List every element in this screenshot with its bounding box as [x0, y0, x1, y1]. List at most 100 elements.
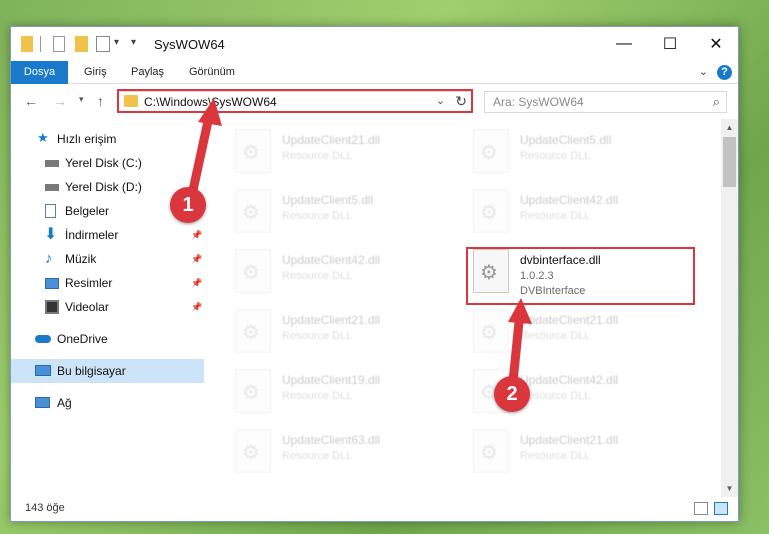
chevron-down-icon[interactable]: ▾	[114, 37, 119, 53]
tab-view[interactable]: Görünüm	[179, 61, 245, 84]
dll-file-icon: ⚙	[235, 309, 271, 353]
item-count: 143 öğe	[25, 502, 65, 514]
dll-file-icon: ⚙	[235, 429, 271, 473]
close-button[interactable]: ✕	[693, 27, 739, 61]
video-icon	[45, 300, 59, 314]
pin-icon[interactable]: 📌	[191, 223, 202, 247]
pin-icon[interactable]: 📌	[191, 271, 202, 295]
file-item[interactable]: ⚙ UpdateClient5.dll Resource DLL	[473, 129, 693, 189]
file-description: Resource DLL	[282, 390, 353, 402]
cloud-icon	[35, 335, 51, 343]
sidebar-item-label: Bu bilgisayar	[57, 364, 126, 378]
sidebar-item-pictures[interactable]: Resimler 📌	[11, 271, 204, 295]
file-name: UpdateClient42.dll	[520, 373, 619, 387]
expand-ribbon-icon[interactable]: ⌄	[699, 65, 708, 78]
pin-icon[interactable]: 📌	[191, 295, 202, 319]
minimize-button[interactable]: —	[601, 27, 647, 61]
sidebar-item-this-pc[interactable]: Bu bilgisayar	[11, 359, 204, 383]
vertical-scrollbar[interactable]: ▲ ▼	[721, 119, 738, 497]
tab-file[interactable]: Dosya	[11, 61, 68, 84]
sidebar-item-local-disk-c[interactable]: Yerel Disk (C:)	[11, 151, 204, 175]
search-icon[interactable]: ⌕	[713, 94, 720, 110]
folder-icon	[21, 36, 33, 52]
sidebar-item-label: Videolar	[65, 300, 109, 314]
quick-access-dropdown-icon[interactable]: ▾	[131, 37, 136, 53]
properties-icon[interactable]	[53, 36, 65, 52]
file-item[interactable]: ⚙ UpdateClient63.dll Resource DLL	[235, 429, 455, 489]
sidebar-item-network[interactable]: Ağ	[11, 391, 204, 415]
tiles-view-icon[interactable]	[714, 502, 728, 515]
file-description: Resource DLL	[520, 210, 591, 222]
scroll-up-icon[interactable]: ▲	[721, 119, 738, 136]
help-button[interactable]: ?	[717, 65, 732, 80]
navigation-pane: ★ Hızlı erişim Yerel Disk (C:) Yerel Dis…	[11, 119, 204, 497]
recent-locations-icon[interactable]: ▾	[79, 94, 84, 105]
separator	[40, 36, 41, 52]
file-item[interactable]: ⚙ UpdateClient21.dll Resource DLL	[235, 129, 455, 189]
status-bar: 143 öğe	[11, 497, 738, 521]
sidebar-item-videos[interactable]: Videolar 📌	[11, 295, 204, 319]
back-arrow-icon[interactable]: ←	[24, 93, 38, 109]
file-description: Resource DLL	[282, 450, 353, 462]
file-name: UpdateClient42.dll	[282, 253, 381, 267]
explorer-window: ▾ ▾ SysWOW64 — ☐ ✕ Dosya Giriş Paylaş Gö…	[10, 26, 739, 522]
file-description: Resource DLL	[282, 270, 353, 282]
file-item[interactable]: ⚙ UpdateClient42.dll Resource DLL	[473, 189, 693, 249]
search-placeholder[interactable]: Ara: SysWOW64	[493, 95, 584, 109]
sidebar-item-music[interactable]: ♪ Müzik 📌	[11, 247, 204, 271]
dll-file-icon: ⚙	[473, 429, 509, 473]
file-name: UpdateClient42.dll	[520, 193, 619, 207]
scrollbar-thumb[interactable]	[723, 137, 736, 187]
details-view-icon[interactable]	[694, 502, 708, 515]
tab-home[interactable]: Giriş	[74, 61, 117, 84]
sidebar-item-label: Yerel Disk (C:)	[65, 156, 142, 170]
document-icon	[45, 204, 56, 218]
file-name: UpdateClient21.dll	[520, 313, 619, 327]
dll-file-icon: ⚙	[473, 129, 509, 173]
file-item[interactable]: ⚙ UpdateClient5.dll Resource DLL	[235, 189, 455, 249]
dll-file-icon: ⚙	[235, 129, 271, 173]
file-description: Resource DLL	[520, 330, 591, 342]
drive-icon	[45, 160, 59, 167]
dll-file-icon: ⚙	[473, 189, 509, 233]
sidebar-item-downloads[interactable]: ⬇ İndirmeler 📌	[11, 223, 204, 247]
customize-icon[interactable]	[96, 36, 110, 52]
pin-icon[interactable]: 📌	[191, 247, 202, 271]
sidebar-item-label: Ağ	[57, 396, 72, 410]
window-title: SysWOW64	[154, 37, 225, 52]
file-description: Resource DLL	[520, 150, 591, 162]
search-input[interactable]: Ara: SysWOW64 ⌕	[484, 91, 727, 113]
new-folder-icon[interactable]	[75, 36, 88, 52]
file-highlight-box	[466, 247, 695, 305]
dll-file-icon: ⚙	[235, 189, 271, 233]
sidebar-item-label: Müzik	[65, 252, 97, 266]
pictures-icon	[45, 278, 59, 289]
sidebar-item-quick-access[interactable]: ★ Hızlı erişim	[11, 127, 204, 151]
forward-arrow-icon[interactable]: →	[53, 93, 67, 109]
sidebar-item-onedrive[interactable]: OneDrive	[11, 327, 204, 351]
drive-icon	[45, 184, 59, 191]
file-item[interactable]: ⚙ UpdateClient19.dll Resource DLL	[235, 369, 455, 429]
file-description: Resource DLL	[282, 150, 353, 162]
sidebar-item-label: Hızlı erişim	[57, 132, 117, 146]
file-name: UpdateClient63.dll	[282, 433, 381, 447]
file-description: Resource DLL	[282, 210, 353, 222]
network-icon	[35, 397, 50, 408]
sidebar-item-label: OneDrive	[57, 332, 108, 346]
file-item[interactable]: ⚙ UpdateClient21.dll Resource DLL	[473, 429, 693, 489]
star-icon: ★	[37, 130, 49, 145]
file-name: UpdateClient5.dll	[282, 193, 374, 207]
file-item[interactable]: ⚙ UpdateClient42.dll Resource DLL	[235, 249, 455, 309]
computer-icon	[35, 365, 51, 376]
file-item[interactable]: ⚙ UpdateClient21.dll Resource DLL	[473, 309, 693, 369]
sidebar-item-label: İndirmeler	[65, 228, 119, 242]
music-icon: ♪	[45, 250, 53, 267]
tab-share[interactable]: Paylaş	[121, 61, 174, 84]
scroll-down-icon[interactable]: ▼	[721, 480, 738, 497]
ribbon-tabs: Dosya Giriş Paylaş Görünüm ⌄ ?	[11, 61, 738, 84]
up-arrow-icon[interactable]: ↑	[97, 93, 104, 109]
maximize-button[interactable]: ☐	[647, 27, 693, 61]
download-icon: ⬇	[44, 226, 58, 243]
title-bar: ▾ ▾ SysWOW64 — ☐ ✕	[11, 27, 738, 61]
file-item[interactable]: ⚙ UpdateClient21.dll Resource DLL	[235, 309, 455, 369]
